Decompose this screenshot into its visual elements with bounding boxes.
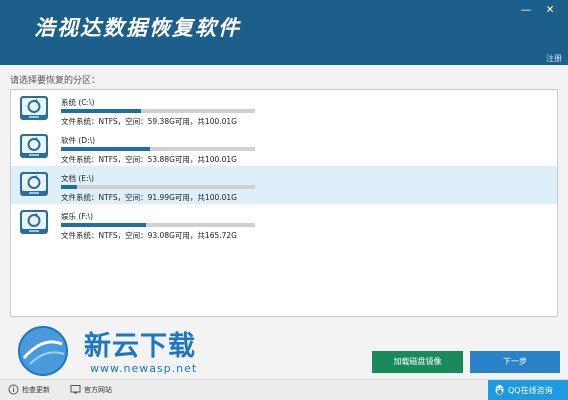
monitor-icon — [70, 385, 81, 394]
hard-disk-icon — [20, 210, 48, 234]
check-update-button[interactable]: 检查更新 — [6, 383, 50, 397]
usage-bar-fill — [61, 223, 147, 227]
partition-name: 软件 (D:\) — [61, 136, 96, 145]
partition-info: 文件系统：NTFS，空间：59.38G可用，共100.01G — [61, 117, 237, 126]
hard-disk-icon — [20, 172, 48, 196]
title-bar: 浩视达数据恢复软件 — ✕ 注册 — [0, 0, 568, 65]
load-disk-image-button[interactable]: 加载磁盘镜像 — [372, 351, 463, 373]
usage-bar — [61, 109, 255, 113]
partition-name: 文档 (E:\) — [61, 174, 95, 183]
partition-list: 系统 (C:\) 文件系统：NTFS，空间：59.38G可用，共100.01G … — [10, 89, 558, 317]
hard-disk-icon — [20, 134, 48, 158]
partition-prompt: 请选择要恢复的分区： — [10, 76, 101, 86]
official-website-button[interactable]: 官方网站 — [68, 383, 112, 397]
partition-info: 文件系统：NTFS，空间：93.08G可用，共165.72G — [61, 231, 237, 240]
watermark-name: 新云下载 — [84, 331, 196, 362]
newasp-logo-icon — [18, 326, 68, 376]
partition-name: 系统 (C:\) — [61, 98, 95, 107]
partition-row-d[interactable]: 软件 (D:\) 文件系统：NTFS，空间：53.88G可用，共100.01G — [11, 128, 557, 166]
partition-info: 文件系统：NTFS，空间：53.88G可用，共100.01G — [61, 155, 237, 164]
info-icon — [8, 384, 19, 395]
official-website-label: 官方网站 — [84, 386, 112, 394]
minimize-button[interactable]: — — [518, 3, 534, 17]
check-update-label: 检查更新 — [22, 386, 50, 394]
qq-consult-button[interactable]: QQ在线咨询 — [488, 380, 568, 400]
next-button[interactable]: 下一步 — [470, 351, 560, 373]
register-link[interactable]: 注册 — [546, 53, 562, 64]
close-button[interactable]: ✕ — [542, 3, 558, 17]
app-title: 浩视达数据恢复软件 — [34, 15, 241, 40]
footer-bar: 检查更新 官方网站 QQ在线咨询 — [0, 379, 568, 400]
usage-bar-fill — [61, 109, 141, 113]
partition-row-c[interactable]: 系统 (C:\) 文件系统：NTFS，空间：59.38G可用，共100.01G — [11, 90, 557, 128]
usage-bar — [61, 185, 255, 189]
usage-bar-fill — [61, 147, 151, 151]
partition-info: 文件系统：NTFS，空间：91.99G可用，共100.01G — [61, 193, 237, 202]
watermark-url: www.newasp.net — [90, 362, 198, 375]
qq-penguin-icon — [495, 385, 504, 395]
usage-bar-fill — [61, 185, 77, 189]
partition-row-e[interactable]: 文档 (E:\) 文件系统：NTFS，空间：91.99G可用，共100.01G — [11, 166, 557, 204]
qq-consult-label: QQ在线咨询 — [508, 386, 553, 395]
usage-bar — [61, 147, 255, 151]
watermark: 新云下载 www.newasp.net — [16, 322, 226, 382]
usage-bar — [61, 223, 255, 227]
hard-disk-icon — [20, 96, 48, 120]
partition-name: 娱乐 (F:\) — [61, 212, 94, 221]
partition-row-f[interactable]: 娱乐 (F:\) 文件系统：NTFS，空间：93.08G可用，共165.72G — [11, 204, 557, 242]
